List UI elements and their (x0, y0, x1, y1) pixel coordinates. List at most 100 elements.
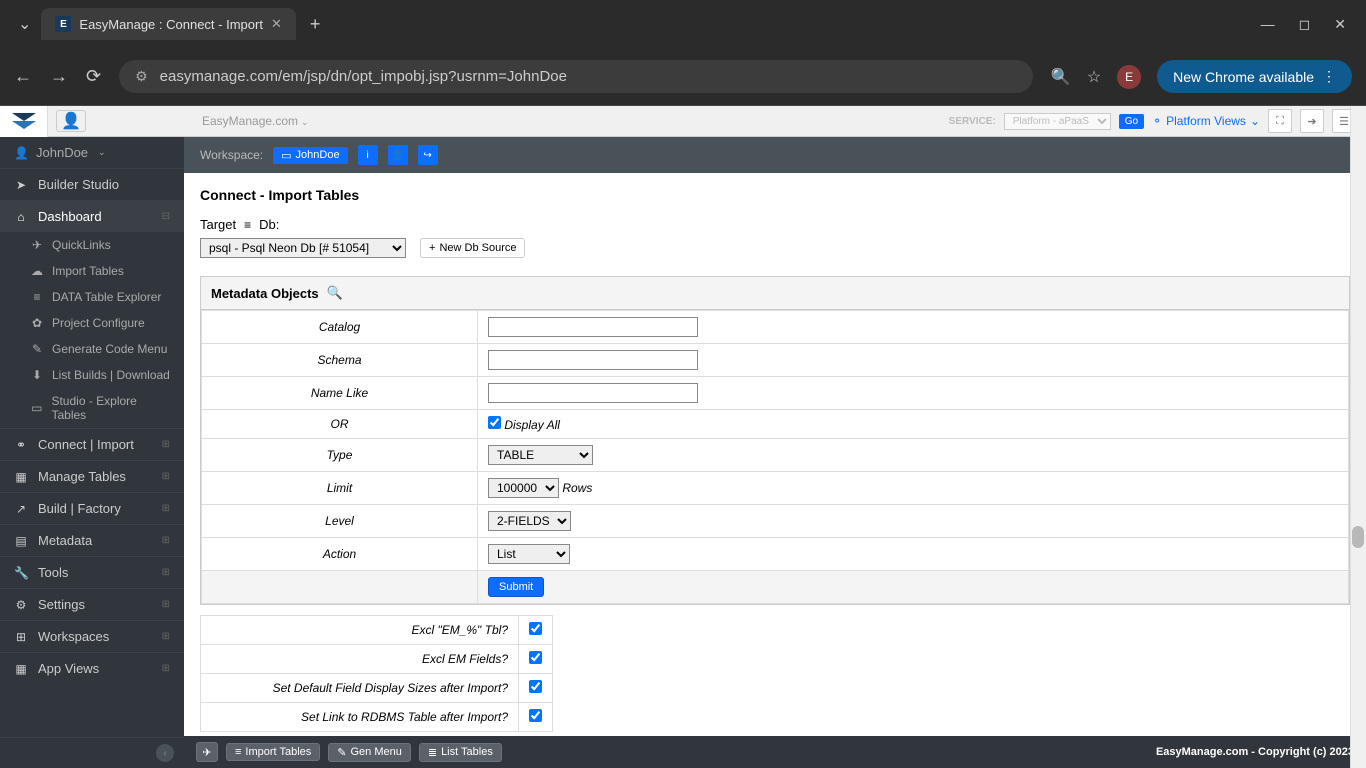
sidebar-quicklinks[interactable]: ✈QuickLinks (0, 232, 184, 258)
schema-input[interactable] (488, 350, 698, 370)
excl-em-fields-label: Excl EM Fields? (201, 645, 519, 674)
limit-select[interactable]: 100000 (488, 478, 559, 498)
service-select[interactable]: Platform - aPaaS (1004, 113, 1111, 130)
footer-import-tables-button[interactable]: ≡Import Tables (226, 743, 320, 761)
expand-icon[interactable]: ⊞ (162, 567, 170, 578)
set-default-checkbox[interactable] (529, 680, 542, 693)
display-all-checkbox[interactable] (488, 416, 501, 429)
footer-list-tables-button[interactable]: ≣List Tables (419, 743, 502, 762)
name-like-input[interactable] (488, 383, 698, 403)
sidebar-import-tables[interactable]: ☁Import Tables (0, 258, 184, 284)
options-table: Excl "EM_%" Tbl? Excl EM Fields? Set Def… (200, 615, 553, 732)
fullscreen-icon[interactable]: ⛶ (1268, 109, 1292, 133)
bookmark-icon[interactable]: ☆ (1087, 67, 1101, 87)
db-select[interactable]: psql - Psql Neon Db [# 51054] (200, 238, 406, 258)
close-window-icon[interactable]: ✕ (1334, 16, 1346, 33)
name-like-label: Name Like (202, 377, 478, 410)
database-icon: ≡ (244, 218, 251, 232)
sidebar-settings[interactable]: ⚙Settings⊞ (0, 588, 184, 620)
sidebar-build-factory[interactable]: ↗Build | Factory⊞ (0, 492, 184, 524)
minimize-icon[interactable]: — (1261, 16, 1275, 33)
type-label: Type (202, 439, 478, 472)
level-label: Level (202, 505, 478, 538)
reload-icon[interactable]: ⟳ (86, 66, 101, 87)
share-icon: ⚬ (1152, 114, 1162, 128)
logout-icon[interactable]: ↪ (418, 145, 438, 165)
sidebar-workspaces[interactable]: ⊞Workspaces⊞ (0, 620, 184, 652)
scrollbar-thumb[interactable] (1352, 526, 1364, 548)
window-controls: — ◻ ✕ (1261, 16, 1358, 33)
logout-icon[interactable]: ➜ (1300, 109, 1324, 133)
sidebar-project-configure[interactable]: ✿Project Configure (0, 310, 184, 336)
set-link-checkbox[interactable] (529, 709, 542, 722)
maximize-icon[interactable]: ◻ (1299, 16, 1311, 33)
collapse-icon[interactable]: ⊟ (162, 211, 170, 222)
info-icon[interactable]: i (358, 145, 378, 165)
profile-avatar[interactable]: E (1117, 65, 1141, 89)
expand-icon[interactable]: ⊞ (162, 599, 170, 610)
sidebar-generate-code[interactable]: ✎Generate Code Menu (0, 336, 184, 362)
site-info-icon[interactable]: ⚙ (135, 68, 148, 85)
browser-tab[interactable]: E EasyManage : Connect - Import ✕ (41, 8, 295, 40)
action-label: Action (202, 538, 478, 571)
level-select[interactable]: 2-FIELDS (488, 511, 571, 531)
new-tab-button[interactable]: + (296, 14, 335, 35)
edit-icon: ✎ (30, 342, 44, 356)
sidebar: 👤 JohnDoe ⌄ ➤ Builder Studio ⌂ Dashboard… (0, 137, 184, 768)
expand-icon[interactable]: ⊞ (162, 503, 170, 514)
download-icon: ⬇ (30, 368, 44, 382)
chrome-update-button[interactable]: New Chrome available ⋮ (1157, 60, 1352, 93)
action-select[interactable]: List (488, 544, 570, 564)
excl-em-tbl-checkbox[interactable] (529, 622, 542, 635)
app-topbar: 👤 EasyManage.com⌄ SERVICE: Platform - aP… (0, 106, 1366, 137)
type-select[interactable]: TABLE (488, 445, 593, 465)
sidebar-dashboard[interactable]: ⌂ Dashboard ⊟ (0, 200, 184, 232)
kebab-icon: ⋮ (1322, 68, 1336, 85)
sidebar-studio-explore[interactable]: ▭Studio - Explore Tables (0, 388, 184, 428)
list-icon: ≣ (428, 746, 437, 759)
copyright: EasyManage.com - Copyright (c) 2023 (1156, 746, 1354, 758)
submit-button[interactable]: Submit (488, 577, 544, 597)
expand-icon[interactable]: ⊞ (162, 439, 170, 450)
sidebar-user[interactable]: 👤 JohnDoe ⌄ (0, 137, 184, 168)
excl-em-fields-checkbox[interactable] (529, 651, 542, 664)
expand-icon[interactable]: ⊞ (162, 471, 170, 482)
user-icon: 👤 (14, 146, 28, 160)
platform-views-link[interactable]: ⚬ Platform Views ⌄ (1152, 114, 1260, 128)
or-label: OR (202, 410, 478, 439)
expand-icon[interactable]: ⊞ (162, 663, 170, 674)
go-button[interactable]: Go (1119, 114, 1144, 129)
footer-gen-menu-button[interactable]: ✎Gen Menu (328, 743, 411, 762)
plus-icon: + (429, 242, 435, 254)
sidebar-list-builds[interactable]: ⬇List Builds | Download (0, 362, 184, 388)
sidebar-builder-studio[interactable]: ➤ Builder Studio (0, 168, 184, 200)
user-icon[interactable]: 👤 (388, 145, 408, 165)
search-icon[interactable]: 🔍 (327, 285, 343, 301)
expand-icon[interactable]: ⊞ (162, 631, 170, 642)
catalog-input[interactable] (488, 317, 698, 337)
back-icon[interactable]: ← (14, 66, 32, 87)
scrollbar[interactable] (1350, 106, 1366, 768)
database-icon: ≡ (30, 290, 44, 304)
breadcrumb[interactable]: EasyManage.com⌄ (202, 114, 309, 128)
new-db-source-button[interactable]: +New Db Source (420, 238, 525, 258)
sidebar-metadata[interactable]: ▤Metadata⊞ (0, 524, 184, 556)
sidebar-collapse-button[interactable]: ‹ (0, 737, 184, 768)
sidebar-manage-tables[interactable]: ▦Manage Tables⊞ (0, 460, 184, 492)
app-logo[interactable] (0, 106, 48, 137)
sidebar-data-explorer[interactable]: ≡DATA Table Explorer (0, 284, 184, 310)
expand-icon[interactable]: ⊞ (162, 535, 170, 546)
user-icon[interactable]: 👤 (56, 110, 86, 132)
schema-label: Schema (202, 344, 478, 377)
tab-search-dropdown-icon[interactable]: ⌄ (8, 14, 41, 34)
sidebar-app-views[interactable]: ▦App Views⊞ (0, 652, 184, 684)
close-tab-icon[interactable]: ✕ (271, 16, 282, 32)
url-bar[interactable]: ⚙ easymanage.com/em/jsp/dn/opt_impobj.js… (119, 60, 1033, 93)
forward-icon[interactable]: → (50, 66, 68, 87)
workspace-badge[interactable]: ▭JohnDoe (273, 147, 347, 164)
send-button[interactable]: ✈ (196, 742, 218, 762)
sidebar-connect-import[interactable]: ⚭Connect | Import⊞ (0, 428, 184, 460)
zoom-icon[interactable]: 🔍 (1051, 67, 1071, 87)
sidebar-tools[interactable]: 🔧Tools⊞ (0, 556, 184, 588)
gears-icon: ⚙ (14, 598, 28, 612)
